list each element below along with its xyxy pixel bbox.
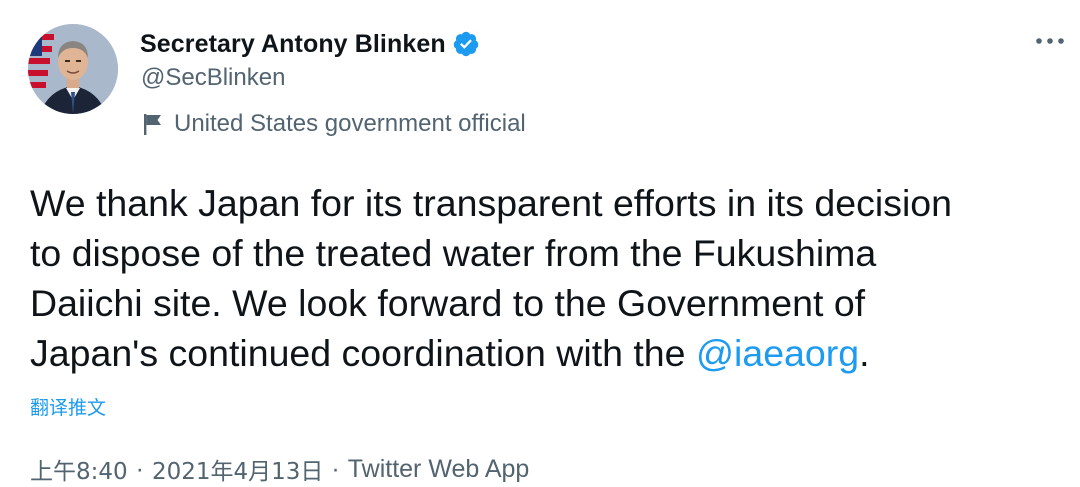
display-name-row[interactable]: Secretary Antony Blinken bbox=[140, 27, 480, 61]
display-name[interactable]: Secretary Antony Blinken bbox=[140, 30, 446, 59]
tweet-card: Secretary Antony Blinken @SecBlinken Uni… bbox=[0, 0, 1080, 487]
tweet-text-line: to dispose of the treated water from the… bbox=[30, 232, 877, 274]
user-handle[interactable]: @SecBlinken bbox=[141, 64, 285, 92]
tweet-date[interactable]: 2021年4月13日 bbox=[152, 452, 323, 486]
tweet-text-line-with-mention: Japan's continued coordination with the … bbox=[30, 328, 1075, 378]
more-options-icon[interactable] bbox=[1028, 24, 1072, 58]
translate-tweet-link[interactable]: 翻译推文 bbox=[30, 393, 106, 420]
meta-separator: · bbox=[135, 454, 144, 483]
meta-separator: · bbox=[331, 454, 340, 483]
tweet-source[interactable]: Twitter Web App bbox=[348, 455, 530, 484]
government-label-row: United States government official bbox=[142, 108, 526, 140]
tweet-text-line: Daiichi site. We look forward to the Gov… bbox=[30, 282, 866, 324]
tweet-time[interactable]: 上午8:40 bbox=[30, 452, 128, 486]
tweet-meta: 上午8:40 · 2021年4月13日 · Twitter Web App bbox=[30, 452, 529, 486]
avatar[interactable] bbox=[28, 24, 118, 114]
government-official-label: United States government official bbox=[174, 110, 526, 137]
tweet-text-suffix: . bbox=[859, 332, 870, 374]
tweet-text: We thank Japan for its transparent effor… bbox=[30, 178, 1075, 378]
verified-badge-icon bbox=[452, 30, 480, 58]
tweet-text-line: Japan's continued coordination with the bbox=[30, 332, 696, 374]
mention-link[interactable]: @iaeaorg bbox=[696, 332, 859, 374]
tweet-text-line: We thank Japan for its transparent effor… bbox=[30, 182, 953, 224]
flag-icon bbox=[142, 112, 164, 136]
